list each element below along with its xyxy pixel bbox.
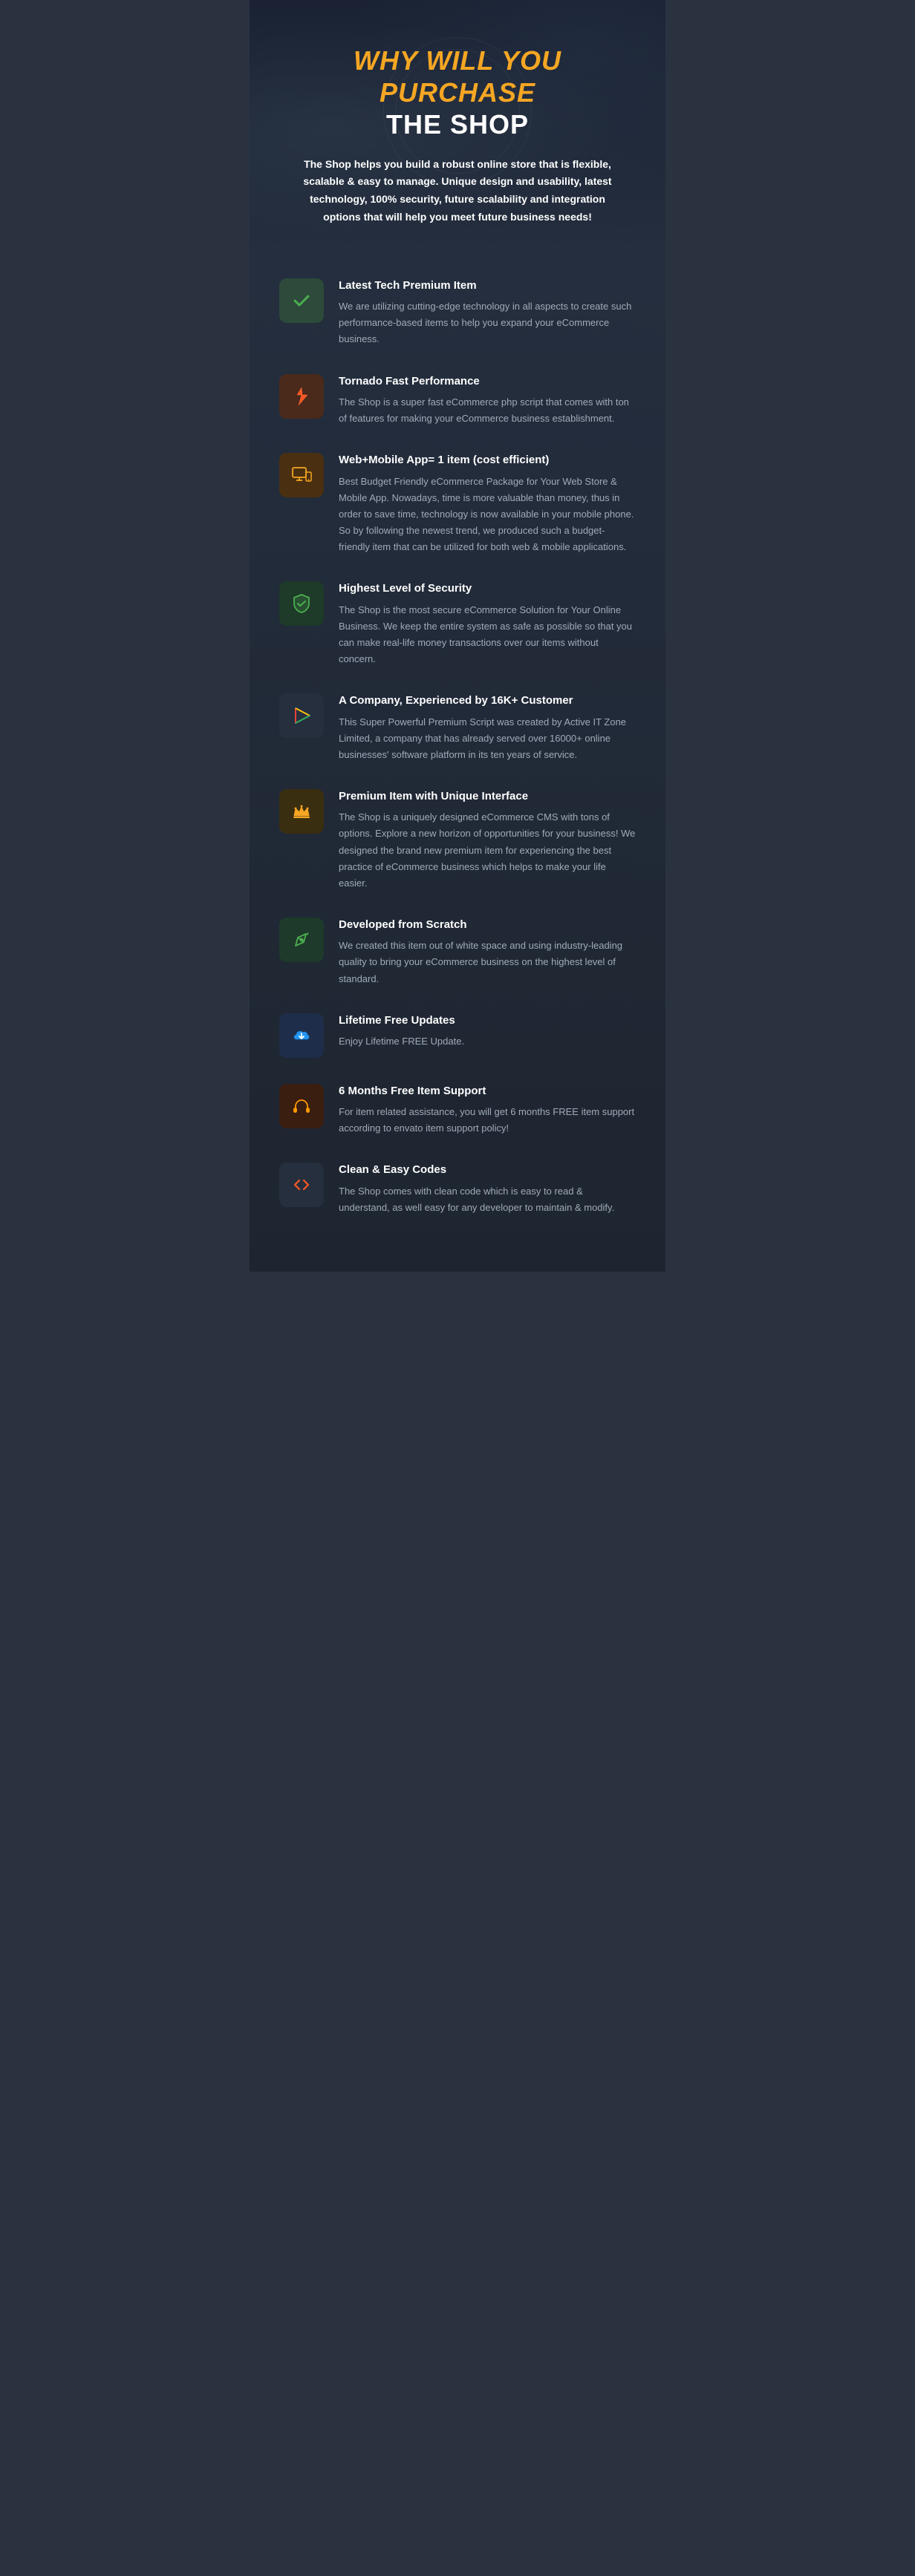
feature-desc-web-mobile: Best Budget Friendly eCommerce Package f…	[339, 474, 636, 555]
feature-company: A Company, Experienced by 16K+ Customer …	[279, 693, 636, 763]
feature-content-scratch: Developed from Scratch We created this i…	[339, 918, 636, 987]
feature-desc-clean-code: The Shop comes with clean code which is …	[339, 1183, 636, 1216]
feature-icon-premium	[279, 789, 324, 834]
feature-title-updates: Lifetime Free Updates	[339, 1013, 636, 1028]
feature-scratch: Developed from Scratch We created this i…	[279, 918, 636, 987]
feature-tornado-fast: Tornado Fast Performance The Shop is a s…	[279, 374, 636, 428]
title-line1: WHY WILL YOU PURCHASE	[279, 45, 636, 108]
header-section: WHY WILL YOU PURCHASE THE SHOP The Shop …	[250, 0, 665, 256]
feature-premium: Premium Item with Unique Interface The S…	[279, 789, 636, 892]
feature-desc-premium: The Shop is a uniquely designed eCommerc…	[339, 809, 636, 891]
feature-desc-tornado: The Shop is a super fast eCommerce php s…	[339, 394, 636, 427]
feature-title-scratch: Developed from Scratch	[339, 918, 636, 932]
feature-icon-scratch	[279, 918, 324, 962]
feature-desc-company: This Super Powerful Premium Script was c…	[339, 714, 636, 763]
feature-title-latest-tech: Latest Tech Premium Item	[339, 278, 636, 293]
features-section: Latest Tech Premium Item We are utilizin…	[250, 256, 665, 1272]
feature-content-premium: Premium Item with Unique Interface The S…	[339, 789, 636, 892]
feature-title-security: Highest Level of Security	[339, 581, 636, 596]
feature-icon-clean-code	[279, 1163, 324, 1207]
feature-content-security: Highest Level of Security The Shop is th…	[339, 581, 636, 667]
title-line2: THE SHOP	[279, 108, 636, 140]
feature-title-clean-code: Clean & Easy Codes	[339, 1163, 636, 1177]
feature-content-updates: Lifetime Free Updates Enjoy Lifetime FRE…	[339, 1013, 636, 1050]
feature-desc-support: For item related assistance, you will ge…	[339, 1104, 636, 1137]
feature-icon-company	[279, 693, 324, 738]
feature-web-mobile: Web+Mobile App= 1 item (cost efficient) …	[279, 453, 636, 555]
feature-icon-support	[279, 1084, 324, 1128]
feature-desc-security: The Shop is the most secure eCommerce So…	[339, 602, 636, 667]
feature-security: Highest Level of Security The Shop is th…	[279, 581, 636, 667]
feature-title-tornado: Tornado Fast Performance	[339, 374, 636, 389]
feature-title-web-mobile: Web+Mobile App= 1 item (cost efficient)	[339, 453, 636, 468]
feature-content-clean-code: Clean & Easy Codes The Shop comes with c…	[339, 1163, 636, 1216]
feature-clean-code: Clean & Easy Codes The Shop comes with c…	[279, 1163, 636, 1216]
feature-desc-scratch: We created this item out of white space …	[339, 938, 636, 987]
feature-content-support: 6 Months Free Item Support For item rela…	[339, 1084, 636, 1137]
header-subtitle: The Shop helps you build a robust online…	[302, 156, 613, 226]
feature-support: 6 Months Free Item Support For item rela…	[279, 1084, 636, 1137]
feature-icon-security	[279, 581, 324, 626]
feature-icon-web-mobile	[279, 453, 324, 497]
feature-desc-latest-tech: We are utilizing cutting-edge technology…	[339, 298, 636, 347]
feature-title-support: 6 Months Free Item Support	[339, 1084, 636, 1099]
feature-title-premium: Premium Item with Unique Interface	[339, 789, 636, 804]
main-title: WHY WILL YOU PURCHASE THE SHOP	[279, 45, 636, 141]
feature-icon-tornado-fast	[279, 374, 324, 419]
feature-content-web-mobile: Web+Mobile App= 1 item (cost efficient) …	[339, 453, 636, 555]
feature-content-latest-tech: Latest Tech Premium Item We are utilizin…	[339, 278, 636, 348]
feature-latest-tech: Latest Tech Premium Item We are utilizin…	[279, 278, 636, 348]
feature-updates: Lifetime Free Updates Enjoy Lifetime FRE…	[279, 1013, 636, 1058]
feature-desc-updates: Enjoy Lifetime FREE Update.	[339, 1033, 636, 1050]
feature-title-company: A Company, Experienced by 16K+ Customer	[339, 693, 636, 708]
feature-content-tornado: Tornado Fast Performance The Shop is a s…	[339, 374, 636, 428]
feature-content-company: A Company, Experienced by 16K+ Customer …	[339, 693, 636, 763]
feature-icon-updates	[279, 1013, 324, 1058]
feature-icon-latest-tech	[279, 278, 324, 323]
